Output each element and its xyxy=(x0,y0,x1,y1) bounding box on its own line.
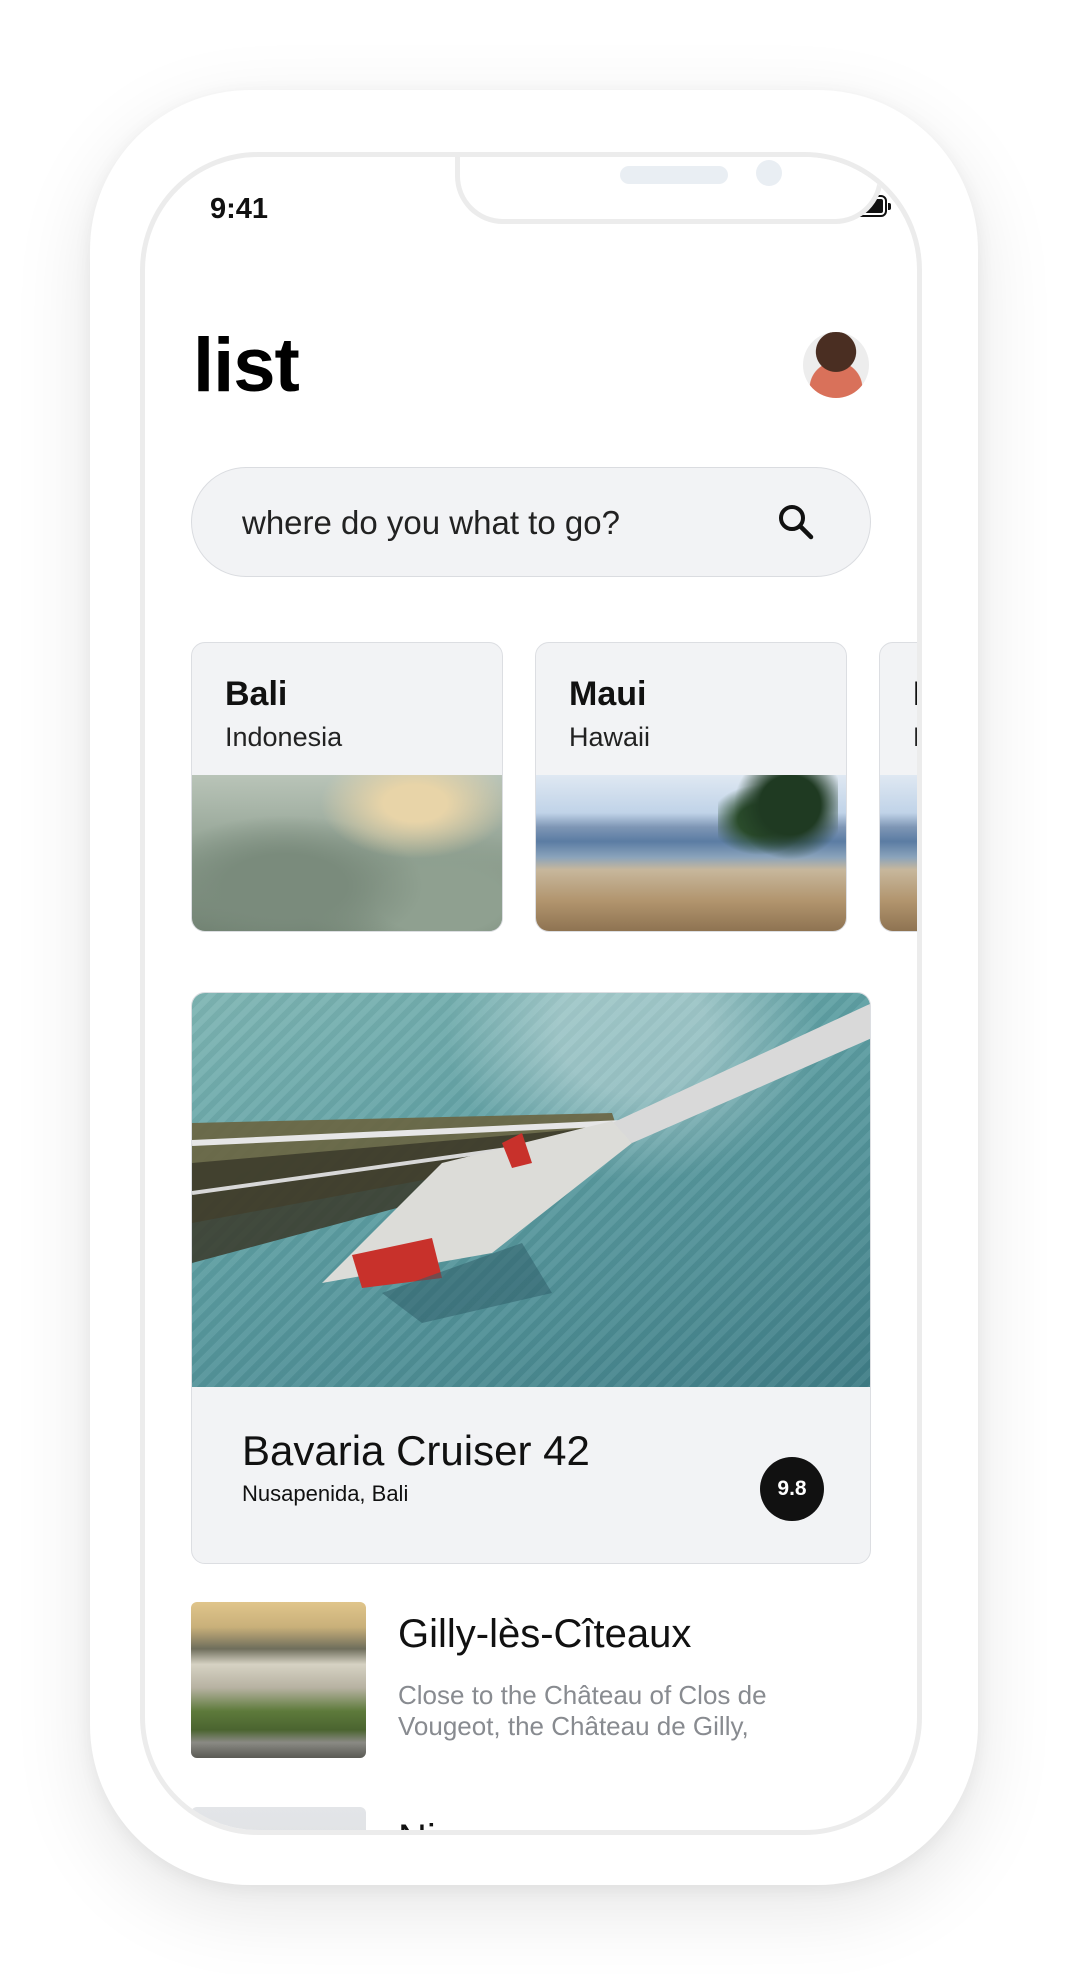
camera xyxy=(756,160,782,186)
destination-country: Indonesia xyxy=(225,722,343,752)
rating-badge: 9.8 xyxy=(760,1457,824,1521)
search-placeholder: where do you what to go? xyxy=(242,504,620,541)
page-title: list xyxy=(193,323,300,408)
destination-country: H xyxy=(913,722,917,753)
destination-name: Maui xyxy=(569,675,647,713)
destination-image xyxy=(880,775,917,931)
featured-card[interactable]: Bavaria Cruiser 42 Nusapenida, Bali 9.8 xyxy=(191,992,871,1564)
palm-tree-image xyxy=(718,775,838,875)
destination-name: Bali xyxy=(225,675,288,713)
sailboat-illustration xyxy=(192,1003,870,1323)
featured-image xyxy=(192,993,870,1387)
speaker xyxy=(620,166,728,184)
notch xyxy=(455,157,883,224)
list-thumbnail xyxy=(191,1602,366,1758)
destination-card-partial[interactable]: M H xyxy=(879,642,917,932)
destination-country: Hawaii xyxy=(569,722,651,752)
destination-image xyxy=(192,775,502,931)
phone-screen: 9:41 list where do you what to go? Bali xyxy=(140,152,922,1835)
list-item[interactable]: Gilly-lès-Cîteaux Close to the Château o… xyxy=(191,1602,917,1762)
destination-name: M xyxy=(913,675,917,714)
list-item-description: Close to the Château of Clos de Vougeot,… xyxy=(398,1680,767,1741)
destination-card-maui[interactable]: Maui Hawaii xyxy=(535,642,847,932)
list-item[interactable]: Nice xyxy=(191,1807,917,1830)
avatar[interactable] xyxy=(803,332,869,398)
search-input[interactable]: where do you what to go? xyxy=(191,467,871,577)
featured-title: Bavaria Cruiser 42 xyxy=(242,1427,590,1474)
list-item-title: Nice xyxy=(398,1817,478,1830)
status-time: 9:41 xyxy=(210,193,269,225)
destination-carousel[interactable]: Bali Indonesia Maui Hawaii M H xyxy=(191,642,917,932)
app-stage: 9:41 list where do you what to go? Bali xyxy=(0,0,1068,1974)
search-icon[interactable] xyxy=(774,500,818,544)
list-item-title: Gilly-lès-Cîteaux xyxy=(398,1612,692,1656)
featured-subtitle: Nusapenida, Bali xyxy=(242,1481,409,1506)
destination-card-bali[interactable]: Bali Indonesia xyxy=(191,642,503,932)
